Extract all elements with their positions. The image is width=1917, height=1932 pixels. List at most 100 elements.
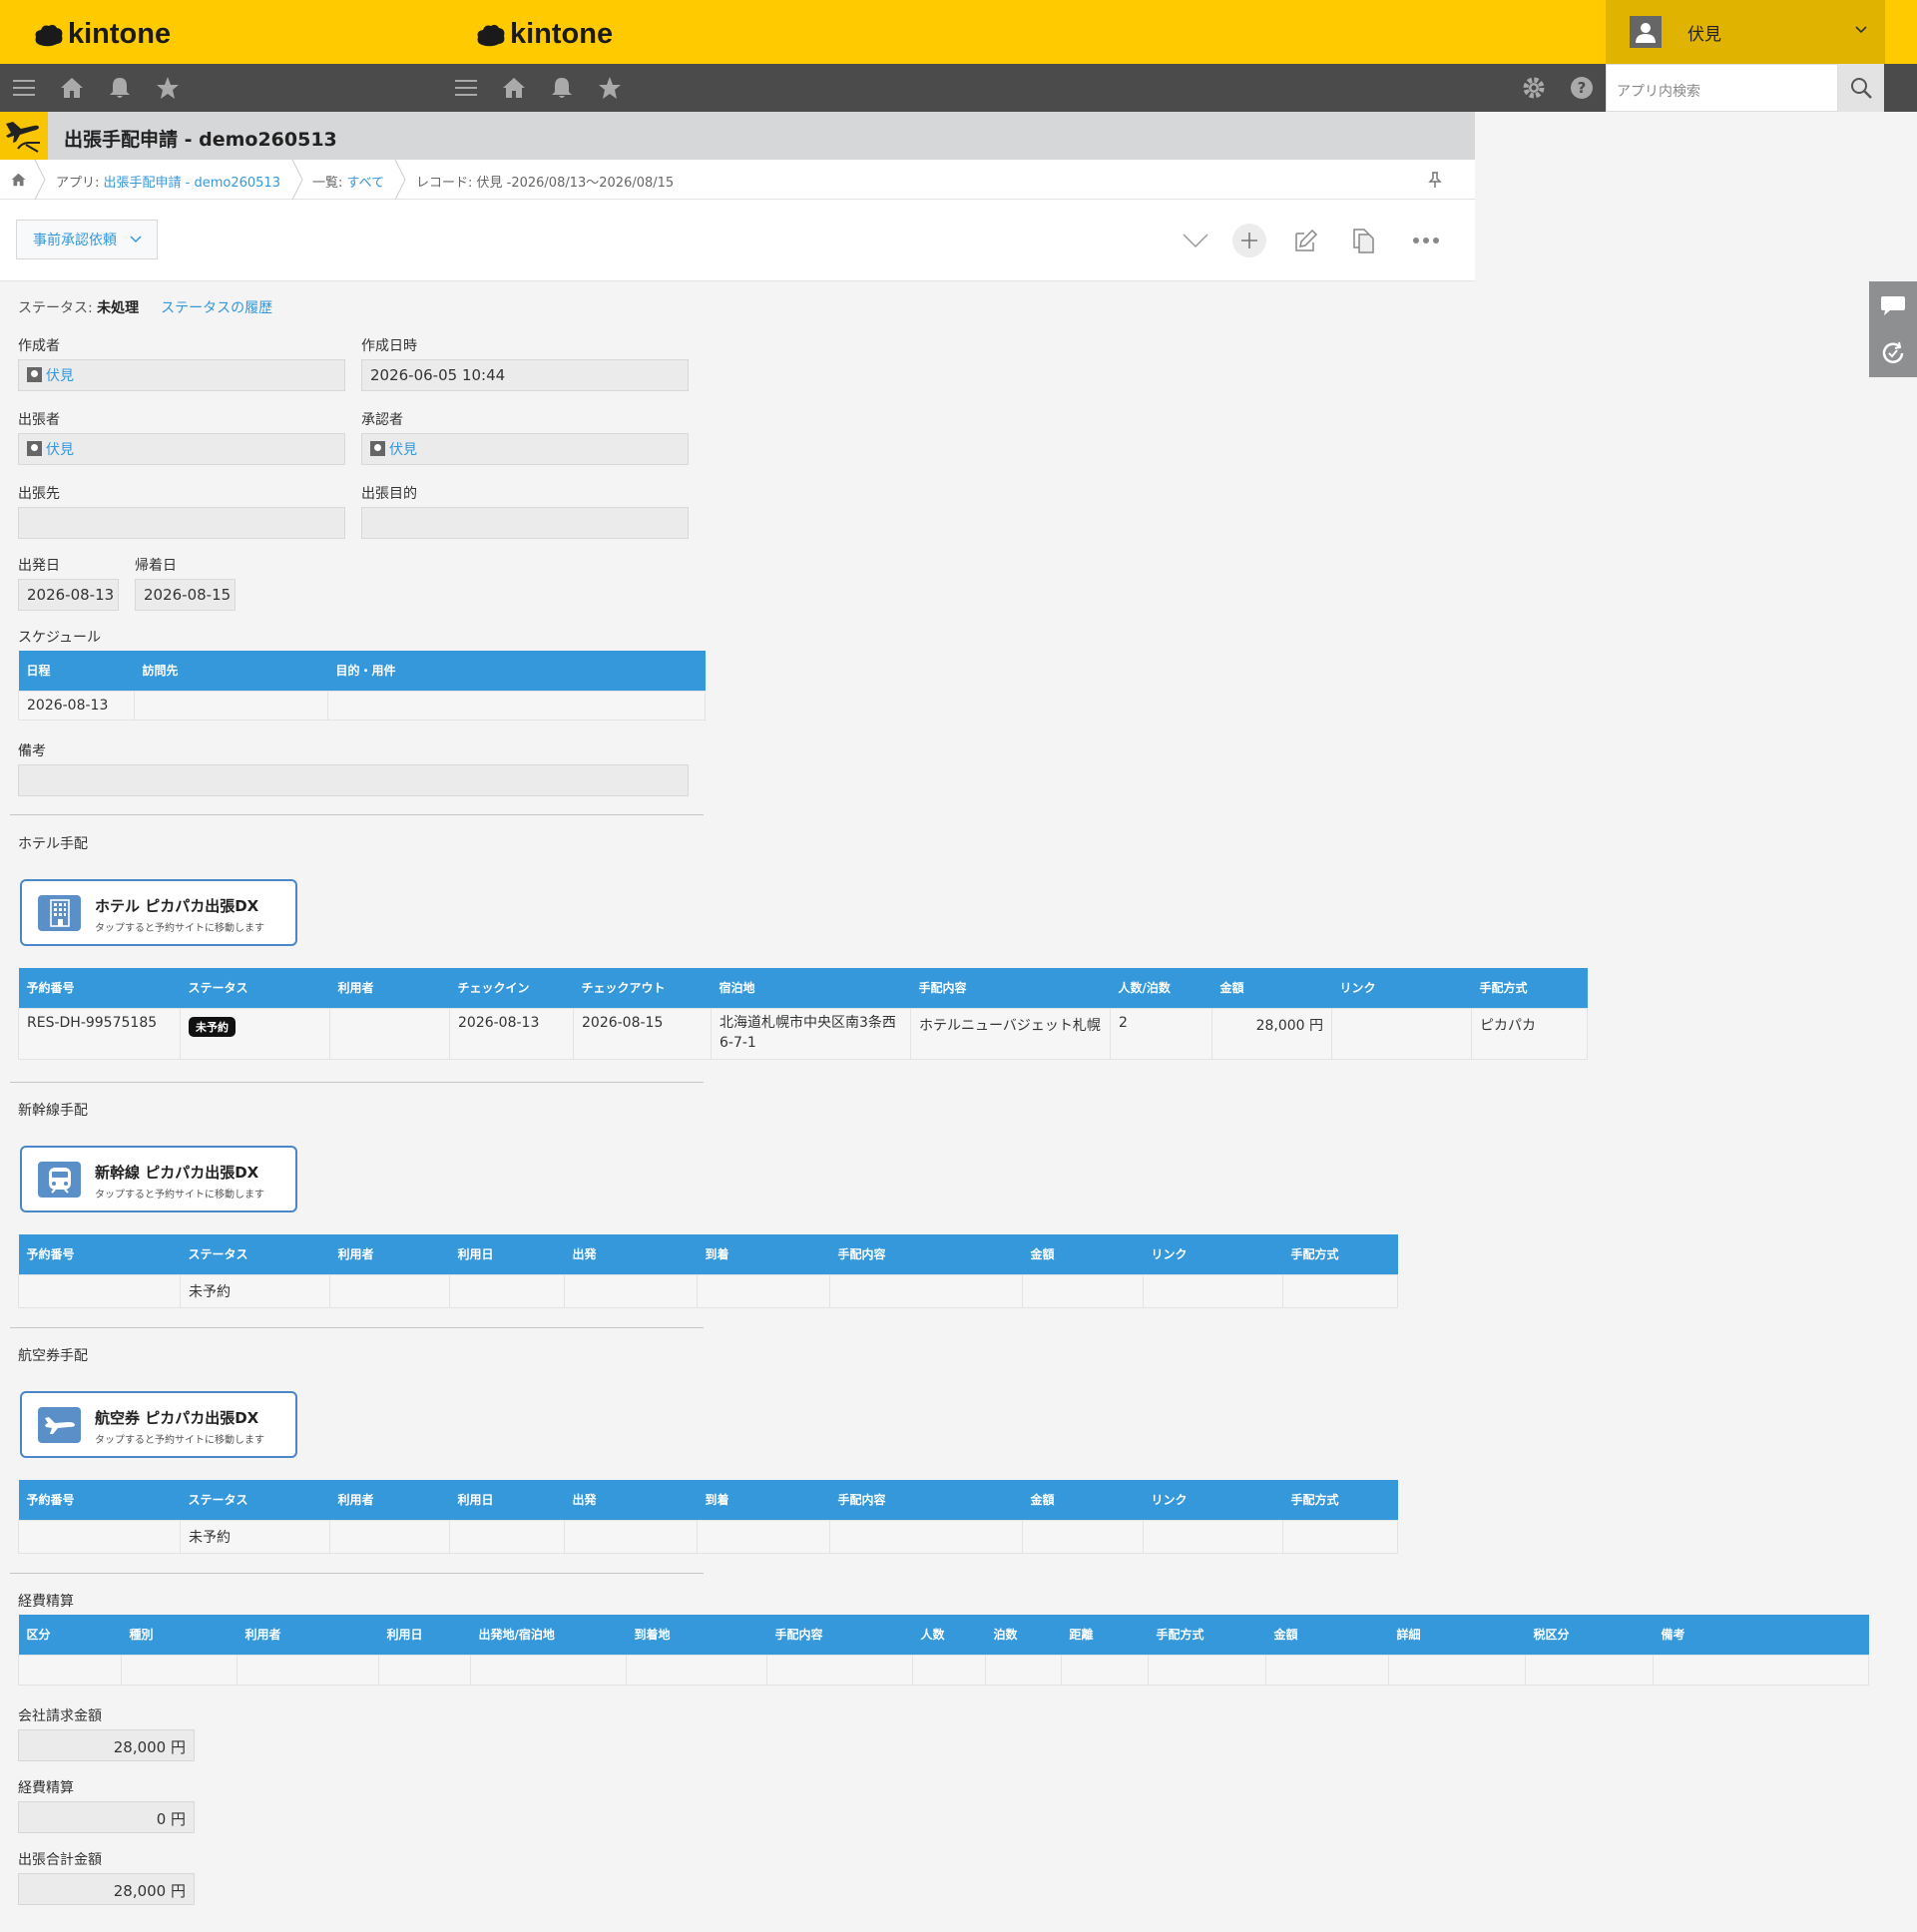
process-action-button[interactable]: 事前承認依頼 (16, 220, 158, 259)
table-cell (1143, 1519, 1283, 1554)
duplicate-icon[interactable] (1344, 222, 1382, 259)
table-cell (1061, 1654, 1149, 1686)
shinkansen-booking-card[interactable]: 新幹線 ピカパカ出張DX タップすると予約サイトに移動します (20, 1146, 297, 1212)
approver-label: 承認者 (361, 412, 403, 428)
breadcrumb: アプリ: 出張手配申請 - demo260513 一覧: すべて レコード: 伏… (0, 160, 1475, 200)
breadcrumb-separator-icon (291, 160, 303, 200)
collapse-chevron-icon[interactable] (1177, 222, 1214, 259)
schedule-visit-cell (134, 690, 328, 721)
column-header: 訪問先 (134, 651, 328, 691)
kintone-logo[interactable]: kintone (34, 18, 171, 51)
column-header: 金額 (1265, 1615, 1389, 1655)
shinkansen-section-label: 新幹線手配 (18, 1103, 88, 1119)
global-header: kintone kintone 伏見 (0, 0, 1917, 64)
user-icon (27, 441, 42, 456)
shinkansen-table: 予約番号 ステータス 利用者 利用日 出発 到着 手配内容 金額 リンク 手配方… (18, 1234, 1398, 1308)
kintone-logo-secondary[interactable]: kintone (476, 18, 613, 51)
reservation-status-cell: 未予約 (180, 1007, 330, 1060)
table-header-row: 予約番号 ステータス 利用者 チェックイン チェックアウト 宿泊地 手配内容 人… (18, 968, 1588, 1008)
svg-text:?: ? (1578, 79, 1587, 97)
approver-field: 伏見 (361, 433, 689, 465)
column-header: 手配方式 (1282, 1480, 1398, 1520)
table-row: 未予約 (18, 1273, 1398, 1308)
star-icon[interactable] (596, 74, 624, 102)
table-header-row: 区分 種別 利用者 利用日 出発地/宿泊地 到着地 手配内容 人数 泊数 距離 … (18, 1615, 1869, 1655)
column-header: 日程 (18, 651, 135, 691)
history-tab[interactable] (1869, 329, 1917, 377)
table-cell (1148, 1654, 1266, 1686)
menu-icon[interactable] (10, 74, 38, 102)
created-at-label: 作成日時 (361, 338, 417, 354)
status-label: ステータス: (18, 300, 98, 316)
comment-tab[interactable] (1869, 281, 1917, 329)
reservation-number-cell: RES-DH-99575185 (18, 1007, 181, 1060)
return-date-label: 帰着日 (135, 558, 177, 574)
cloud-logo-icon (477, 24, 505, 46)
hotel-card-title: ホテル ピカパカ出張DX (95, 897, 259, 915)
schedule-purpose-cell (327, 690, 706, 721)
table-cell (1388, 1654, 1526, 1686)
table-cell (829, 1273, 1023, 1308)
section-divider (10, 1573, 704, 1574)
avatar (1630, 16, 1662, 48)
home-icon[interactable] (500, 74, 528, 102)
table-cell (1022, 1273, 1144, 1308)
search-button[interactable] (1838, 64, 1884, 112)
table-cell (1282, 1273, 1398, 1308)
table-cell (1653, 1654, 1869, 1686)
bell-icon[interactable] (548, 74, 576, 102)
table-cell (1022, 1519, 1144, 1554)
purpose-field (361, 507, 689, 539)
table-row: 2026-08-13 (18, 690, 706, 721)
column-header: 利用日 (449, 1480, 565, 1520)
column-header: 手配方式 (1282, 1234, 1398, 1274)
depart-date-label: 出発日 (18, 558, 60, 574)
column-header: ステータス (180, 1480, 330, 1520)
column-header: 利用者 (237, 1615, 379, 1655)
column-header: ステータス (180, 968, 330, 1008)
add-record-icon[interactable] (1232, 224, 1266, 257)
app-title: 出張手配申請 - demo260513 (64, 129, 337, 151)
status-history-link[interactable]: ステータスの履歴 (161, 300, 272, 316)
home-icon[interactable] (11, 173, 26, 187)
hotel-table: 予約番号 ステータス 利用者 チェックイン チェックアウト 宿泊地 手配内容 人… (18, 968, 1588, 1060)
user-icon (27, 367, 42, 382)
column-header: 人数 (912, 1615, 986, 1655)
column-header: 到着地 (626, 1615, 767, 1655)
breadcrumb-app: アプリ: 出張手配申請 - demo260513 (56, 172, 280, 191)
traveler-user-link[interactable]: 伏見 (46, 439, 74, 459)
edit-icon[interactable] (1287, 222, 1325, 259)
menu-icon[interactable] (452, 74, 480, 102)
more-options-icon[interactable] (1407, 222, 1445, 259)
creator-user-link[interactable]: 伏見 (46, 365, 74, 385)
breadcrumb-app-link[interactable]: 出張手配申請 - demo260513 (104, 176, 280, 191)
user-menu[interactable]: 伏見 (1606, 0, 1885, 64)
shinkansen-card-title: 新幹線 ピカパカ出張DX (95, 1164, 259, 1182)
column-header: 利用者 (329, 1234, 450, 1274)
table-cell (829, 1519, 1023, 1554)
gear-icon[interactable] (1520, 74, 1548, 102)
column-header: 金額 (1022, 1234, 1144, 1274)
remarks-field (18, 764, 689, 796)
hotel-booking-card[interactable]: ホテル ピカパカ出張DX タップすると予約サイトに移動します (20, 879, 297, 946)
approver-user-link[interactable]: 伏見 (389, 439, 417, 459)
place-cell: 北海道札幌市中央区南3条西 6-7-1 (711, 1007, 911, 1060)
flight-section-label: 航空券手配 (18, 1348, 88, 1364)
help-icon[interactable]: ? (1568, 74, 1596, 102)
flight-table: 予約番号 ステータス 利用者 利用日 出発 到着 手配内容 金額 リンク 手配方… (18, 1480, 1398, 1554)
app-title-bar: 出張手配申請 - demo260513 (0, 112, 1475, 160)
home-icon[interactable] (58, 74, 86, 102)
breadcrumb-separator-icon (394, 160, 406, 200)
bell-icon[interactable] (106, 74, 134, 102)
star-icon[interactable] (154, 74, 182, 102)
flight-booking-card[interactable]: 航空券 ピカパカ出張DX タップすると予約サイトに移動します (20, 1391, 297, 1458)
pin-icon[interactable] (1428, 172, 1442, 188)
column-header: 手配内容 (910, 968, 1111, 1008)
user-icon (1636, 23, 1656, 43)
depart-date-field: 2026-08-13 (18, 579, 119, 611)
table-header-row: 日程 訪問先 目的・用件 (18, 651, 706, 691)
app-search-input[interactable]: アプリ内検索 (1606, 64, 1838, 112)
breadcrumb-list-link[interactable]: すべて (347, 176, 385, 191)
creator-label: 作成者 (18, 338, 60, 354)
people-cell: 2 (1110, 1007, 1212, 1060)
